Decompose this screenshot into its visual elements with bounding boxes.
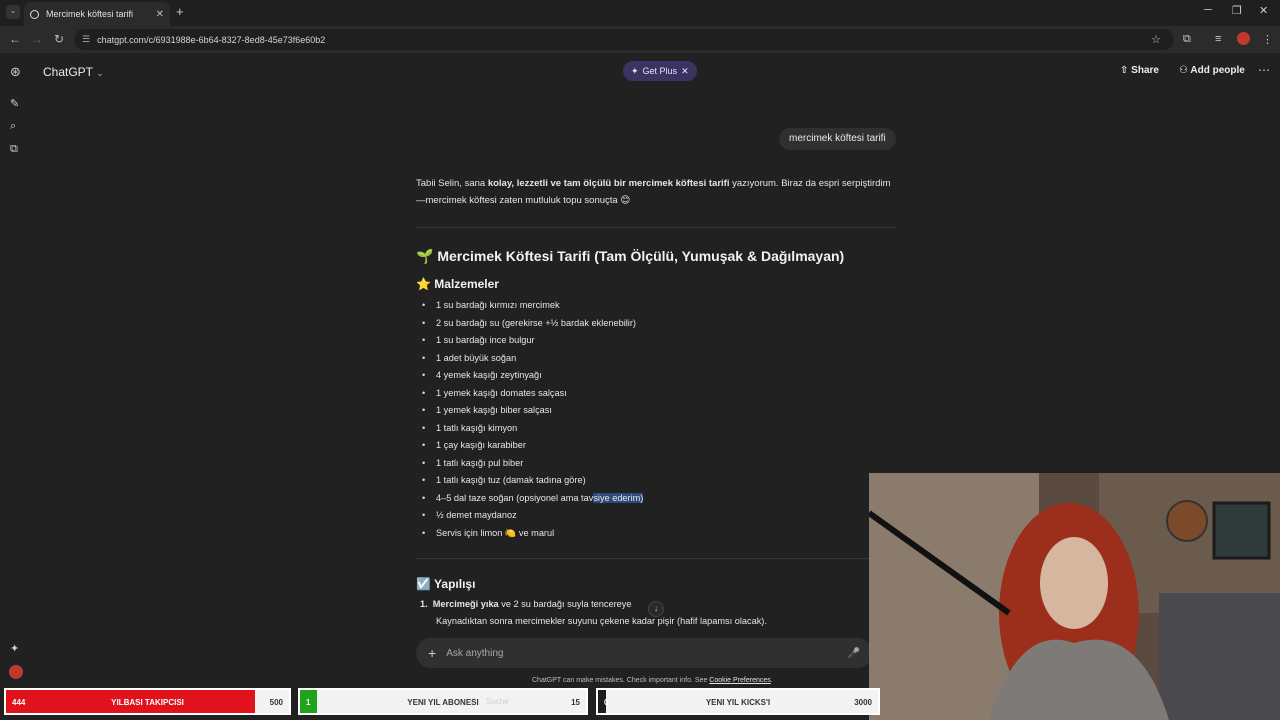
ingredient-item: ½ demet maydanoz — [420, 507, 643, 525]
address-bar[interactable]: ☰ chatgpt.com/c/6931988e-6b64-8327-8ed8-… — [74, 29, 1174, 50]
chevron-down-icon: ⌄ — [96, 68, 104, 78]
minimize-icon[interactable]: ─ — [1204, 4, 1212, 16]
back-icon[interactable]: ← — [9, 32, 21, 46]
openai-logo-icon[interactable]: ⊛ — [10, 64, 21, 80]
add-people-button[interactable]: ⚇ Add people — [1179, 65, 1245, 76]
step-1: 1. Mercimeği yıka ve 2 su bardağı suyla … — [420, 599, 631, 609]
ingredient-item: 1 yemek kaşığı biber salçası — [420, 402, 643, 420]
get-plus-label: Get Plus — [642, 66, 678, 76]
goal-label: YILBASI TAKIPCISI — [111, 698, 184, 707]
step-bold: Mercimeği yıka — [432, 599, 499, 609]
step-number: 1. — [420, 599, 428, 609]
disclaimer-end: . — [770, 677, 773, 684]
step-1-detail: Kaynadıktan sonra mercimekler suyunu çek… — [436, 616, 767, 626]
reload-icon[interactable]: ↻ — [54, 32, 64, 46]
browser-menu-icon[interactable]: ⋮ — [1262, 33, 1273, 46]
tab-search-icon[interactable]: ⌄ — [6, 5, 20, 19]
share-button[interactable]: ⇧ Share — [1120, 65, 1159, 76]
profile-avatar[interactable] — [1237, 32, 1250, 45]
divider — [416, 227, 896, 228]
taskbar-search-label: Suche — [486, 697, 509, 706]
taskbar-search[interactable]: Suche — [486, 688, 509, 715]
search-icon[interactable]: ⌕ — [10, 120, 16, 133]
goal-target: 3000 — [854, 698, 872, 707]
webcam-overlay — [869, 473, 1280, 720]
model-selector[interactable]: ChatGPT ⌄ — [43, 65, 104, 79]
divider — [416, 558, 872, 559]
add-people-label: Add people — [1190, 65, 1245, 76]
bookmark-star-icon[interactable]: ☆ — [1151, 33, 1161, 46]
sparkle-icon[interactable]: ✦ — [10, 642, 19, 655]
browser-tab-bar: ⌄ Mercimek köftesi tarifi ✕ + ─ ❐ ✕ — [0, 0, 1280, 26]
get-plus-button[interactable]: ✦ Get Plus ✕ — [623, 61, 697, 81]
ingredient-item: 1 tatlı kaşığı pul biber — [420, 455, 643, 473]
goal-label: YENI YIL ABONESI — [407, 698, 479, 707]
goal-target: 500 — [269, 698, 283, 707]
steps-heading: ☑️ Yapılışı — [416, 577, 476, 591]
ingredient-item: 1 adet büyük soğan — [420, 350, 643, 368]
site-info-icon[interactable]: ☰ — [82, 34, 90, 45]
extensions-icon[interactable]: ⧉ — [1183, 33, 1191, 46]
goal-bar: 0 YENI YIL KICKS'I 3000 — [596, 688, 880, 715]
ingredient-item: 1 yemek kaşığı domates salçası — [420, 385, 643, 403]
ingredients-heading: ⭐ Malzemeler — [416, 277, 499, 291]
tab-title: Mercimek köftesi tarifi — [46, 9, 134, 19]
goal-bar: 444 YILBASI TAKIPCISI 500 — [4, 688, 291, 715]
composer[interactable]: + Ask anything 🎤 — [416, 638, 872, 668]
ingredient-item: 1 su bardağı ince bulgur — [420, 332, 643, 350]
recipe-title: 🌱 Mercimek Köftesi Tarifi (Tam Ölçülü, Y… — [416, 248, 845, 264]
microphone-icon[interactable]: 🎤 — [848, 648, 860, 659]
model-label: ChatGPT — [43, 65, 93, 79]
selected-text: siye ederim) — [593, 492, 644, 503]
browser-tab[interactable]: Mercimek köftesi tarifi ✕ — [24, 2, 170, 26]
intro-bold: kolay, lezzetli ve tam ölçülü bir mercim… — [487, 178, 730, 189]
maximize-icon[interactable]: ❐ — [1232, 4, 1242, 17]
ingredient-item: 1 çay kaşığı karabiber — [420, 437, 643, 455]
chatgpt-favicon-icon — [30, 9, 39, 19]
tab-close-icon[interactable]: ✕ — [156, 9, 164, 20]
ingredient-item: 1 su bardağı kırmızı mercimek — [420, 297, 643, 315]
user-avatar[interactable] — [9, 665, 23, 679]
person-add-icon: ⚇ — [1179, 65, 1188, 76]
user-message: mercimek köftesi tarifi — [779, 128, 896, 150]
library-icon[interactable]: ⧉ — [10, 143, 18, 156]
share-icon: ⇧ — [1120, 65, 1129, 76]
webcam-feed-image — [869, 473, 1280, 720]
goal-target: 15 — [571, 698, 580, 707]
browser-toolbar: ← → ↻ ☰ chatgpt.com/c/6931988e-6b64-8327… — [0, 26, 1280, 53]
ingredient-item: 1 tatlı kaşığı tuz (damak tadına göre) — [420, 472, 643, 490]
disclaimer-text: ChatGPT can make mistakes. Check importa… — [532, 677, 710, 684]
url-text: chatgpt.com/c/6931988e-6b64-8327-8ed8-45… — [97, 34, 326, 45]
cookie-preferences-link[interactable]: Cookie Preferences — [709, 677, 770, 684]
composer-input[interactable]: Ask anything — [446, 648, 503, 659]
ingredient-item: 4–5 dal taze soğan (opsiyonel ama tavsiy… — [420, 490, 644, 508]
attach-plus-icon[interactable]: + — [428, 645, 436, 661]
window-close-icon[interactable]: ✕ — [1259, 4, 1268, 17]
forward-icon[interactable]: → — [31, 32, 43, 46]
ingredient-item: 2 su bardağı su (gerekirse +½ bardak ekl… — [420, 315, 643, 333]
ingredient-item: 1 tatlı kaşığı kimyon — [420, 420, 643, 438]
ingredient-item: Servis için limon 🍋 ve marul — [420, 525, 643, 543]
media-icon[interactable]: ≡ — [1215, 33, 1221, 45]
step-text: ve 2 su bardağı suyla tencereye — [498, 599, 632, 609]
assistant-intro: Tabii Selin, sana kolay, lezzetli ve tam… — [416, 175, 896, 209]
intro-text: Tabii Selin, sana — [416, 178, 488, 189]
share-label: Share — [1131, 65, 1159, 76]
goal-label: YENI YIL KICKS'I — [705, 698, 771, 707]
sidebar-rail: ⊛ ✎ ⌕ ⧉ ✦ — [0, 53, 32, 720]
disclaimer: ChatGPT can make mistakes. Check importa… — [532, 677, 773, 684]
ingredients-list: 1 su bardağı kırmızı mercimek2 su bardağ… — [420, 297, 644, 543]
more-options-icon[interactable]: ⋯ — [1258, 63, 1270, 77]
dismiss-icon[interactable]: ✕ — [681, 66, 689, 77]
sparkle-plus-icon: ✦ — [631, 65, 639, 76]
new-tab-icon[interactable]: + — [176, 4, 184, 19]
goal-bar: 1 YENI YIL ABONESI 15 — [298, 688, 588, 715]
scroll-down-icon[interactable]: ↓ — [648, 601, 664, 617]
new-chat-icon[interactable]: ✎ — [10, 97, 19, 110]
ingredient-item: 4 yemek kaşığı zeytinyağı — [420, 367, 643, 385]
